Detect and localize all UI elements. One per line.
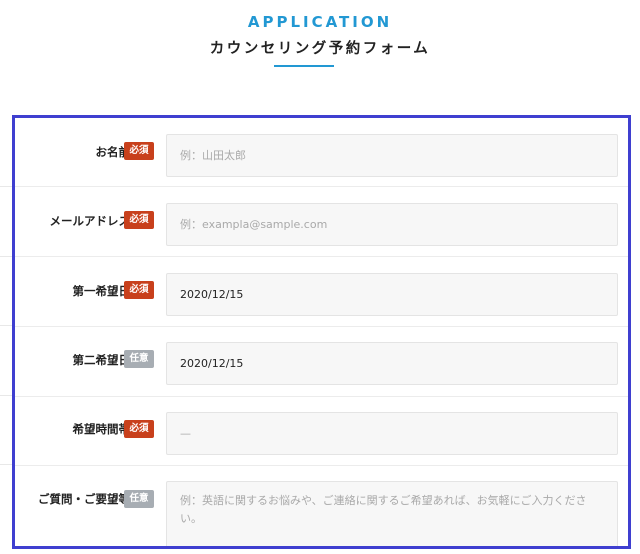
optional-badge: 任意 bbox=[124, 490, 154, 508]
form-row-name: お名前 必須 例：山田太郎 bbox=[15, 118, 628, 189]
field-label: 希望時間帯 bbox=[72, 422, 131, 436]
section-eyebrow: APPLICATION bbox=[247, 13, 393, 31]
questions-textarea[interactable]: 例：英語に関するお悩みや、ご連絡に関するご希望あれば、お気軽にご入力ください。 bbox=[166, 481, 618, 546]
form-row-email: メールアドレス 必須 例：exampla@sample.com bbox=[15, 187, 628, 258]
field-label: 第二希望日 bbox=[72, 353, 131, 367]
row-divider bbox=[0, 325, 12, 326]
required-badge: 必須 bbox=[124, 420, 154, 438]
form-row-first-date: 第一希望日 必須 2020/12/15 bbox=[15, 257, 628, 327]
name-input[interactable]: 例：山田太郎 bbox=[166, 134, 618, 177]
row-divider bbox=[0, 395, 12, 396]
row-divider bbox=[0, 186, 12, 187]
form-row-second-date: 第二希望日 任意 2020/12/15 bbox=[15, 326, 628, 397]
first-date-input[interactable]: 2020/12/15 bbox=[166, 273, 618, 316]
required-badge: 必須 bbox=[124, 281, 154, 299]
optional-badge: 任意 bbox=[124, 350, 154, 368]
reservation-form: お名前 必須 例：山田太郎 メールアドレス 必須 例：exampla@sampl… bbox=[12, 115, 631, 549]
field-label: ご質問・ご要望等 bbox=[38, 492, 130, 506]
field-label: メールアドレス bbox=[49, 214, 131, 228]
field-label: 第一希望日 bbox=[72, 284, 131, 298]
form-row-time: 希望時間帯 必須 — bbox=[15, 396, 628, 466]
time-select[interactable]: — bbox=[166, 412, 618, 455]
second-date-input[interactable]: 2020/12/15 bbox=[166, 342, 618, 385]
row-divider bbox=[0, 256, 12, 257]
application-page: APPLICATION カウンセリング予約フォーム お名前 必須 例：山田太郎 … bbox=[0, 0, 640, 554]
email-input[interactable]: 例：exampla@sample.com bbox=[166, 203, 618, 246]
page-title: カウンセリング予約フォーム bbox=[209, 41, 431, 57]
required-badge: 必須 bbox=[124, 211, 154, 229]
title-underline bbox=[274, 65, 334, 67]
form-row-questions: ご質問・ご要望等 任意 例：英語に関するお悩みや、ご連絡に関するご希望あれば、お… bbox=[15, 465, 628, 546]
required-badge: 必須 bbox=[124, 142, 154, 160]
row-divider bbox=[0, 464, 12, 465]
